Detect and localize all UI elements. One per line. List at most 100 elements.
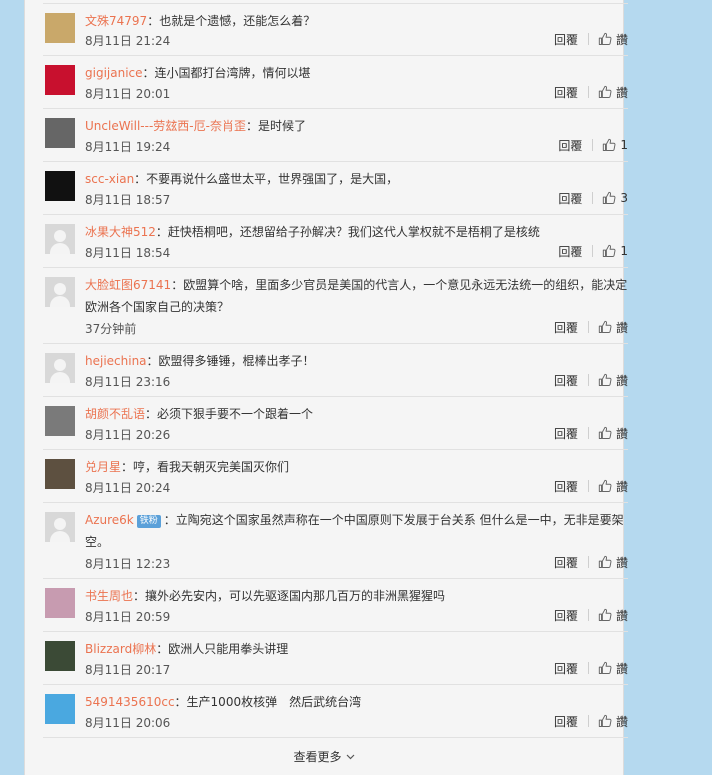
username-link[interactable]: hejiechina (85, 354, 147, 368)
comment-item: 文殊74797：也就是个遗憾，还能怎么着？ 8月11日 21:24 回覆 讚 (43, 3, 628, 56)
avatar[interactable] (45, 13, 75, 43)
username-link[interactable]: 5491435610cc (85, 695, 175, 709)
username-link[interactable]: 文殊74797 (85, 14, 147, 28)
avatar[interactable] (45, 588, 75, 618)
avatar[interactable] (45, 353, 75, 383)
like-button[interactable]: 3 (602, 191, 628, 205)
action-divider (587, 662, 589, 674)
comment-item: Blizzard柳林：欧洲人只能用拳头讲理 8月11日 20:17 回覆 讚 (43, 632, 628, 685)
view-more-button[interactable]: 查看更多 (25, 748, 623, 765)
reply-button[interactable]: 回覆 (558, 243, 582, 260)
like-button[interactable]: 讚 (598, 660, 628, 677)
username-link[interactable]: 大脸虹图67141 (85, 278, 171, 292)
comment-timestamp: 8月11日 21:24 (85, 34, 171, 48)
comment-text-line: UncleWill---劳玆西-厄-奈肖歪：是时候了 (85, 109, 628, 137)
avatar[interactable] (45, 406, 75, 436)
avatar[interactable] (45, 277, 75, 307)
like-button[interactable]: 讚 (598, 478, 628, 495)
comment-text-line: 冰果大神512：赶快梧桐吧，还想留给子孙解决？我们这代人掌权就不是梧桐了是核统 (85, 215, 628, 243)
like-button[interactable]: 讚 (598, 319, 628, 336)
like-count: 讚 (615, 608, 628, 623)
like-count: 讚 (615, 85, 628, 100)
reply-button[interactable]: 回覆 (554, 372, 578, 389)
like-count: 1 (620, 138, 628, 152)
username-link[interactable]: 书生周也 (85, 589, 133, 603)
thumbs-up-icon (598, 479, 616, 493)
comment-text-line: 兑月星：哼，看我天朝灭完美国灭你们 (85, 450, 628, 478)
reply-button[interactable]: 回覆 (558, 190, 582, 207)
comment-list: 文殊74797：也就是个遗憾，还能怎么着？ 8月11日 21:24 回覆讚 gigij… (43, 3, 628, 738)
username-link[interactable]: 兑月星 (85, 460, 121, 474)
avatar[interactable] (45, 512, 75, 542)
like-button[interactable]: 讚 (598, 372, 628, 389)
reply-button[interactable]: 回覆 (558, 137, 582, 154)
username-link[interactable]: gigijanice (85, 66, 143, 80)
comment-item: 冰果大神512：赶快梧桐吧，还想留给子孙解决？我们这代人掌权就不是梧桐了是核统 8… (43, 215, 628, 268)
username-link[interactable]: UncleWill---劳玆西-厄-奈肖歪 (85, 119, 246, 133)
like-count: 讚 (615, 32, 628, 47)
like-button[interactable]: 讚 (598, 84, 628, 101)
like-button[interactable]: 讚 (598, 554, 628, 571)
comment-text: ：必须下狠手要不一个跟着一个 (145, 407, 314, 421)
fan-badge: 铁粉 (136, 515, 161, 528)
comment-text-line: hejiechina：欧盟得多锤锤，棍棒出孝子！ (85, 344, 628, 372)
reply-button[interactable]: 回覆 (554, 31, 578, 48)
like-button[interactable]: 讚 (598, 607, 628, 624)
reply-button[interactable]: 回覆 (554, 478, 578, 495)
avatar[interactable] (45, 459, 75, 489)
comment-text: ：生产1000枚核弹 然后武统台湾 (174, 695, 362, 709)
avatar[interactable] (45, 171, 75, 201)
avatar[interactable] (45, 65, 75, 95)
username-link[interactable]: 胡颜不乱语 (85, 407, 145, 421)
thumbs-up-icon (598, 320, 616, 334)
username-link[interactable]: scc-xian (85, 172, 134, 186)
comment-timestamp: 8月11日 18:54 (85, 246, 171, 260)
action-divider (587, 427, 589, 439)
action-divider (587, 609, 589, 621)
reply-button[interactable]: 回覆 (554, 84, 578, 101)
like-button[interactable]: 讚 (598, 31, 628, 48)
comment-text-line: scc-xian：不要再说什么盛世太平，世界强国了，是大国， (85, 162, 628, 190)
action-divider (587, 321, 589, 333)
comment-text: ：不要再说什么盛世太平，世界强国了，是大国， (134, 172, 399, 186)
username-link[interactable]: 冰果大神512 (85, 225, 156, 239)
action-divider (592, 192, 594, 204)
thumbs-up-icon (598, 426, 616, 440)
comment-text-line: 文殊74797：也就是个遗憾，还能怎么着？ (85, 4, 628, 32)
like-button[interactable]: 讚 (598, 425, 628, 442)
action-divider (587, 33, 589, 45)
comment-timestamp: 8月11日 23:16 (85, 375, 171, 389)
comment-text: ：也就是个遗憾，还能怎么着？ (147, 14, 316, 28)
like-count: 讚 (615, 426, 628, 441)
thumbs-up-icon (598, 373, 616, 387)
reply-button[interactable]: 回覆 (554, 607, 578, 624)
reply-button[interactable]: 回覆 (554, 713, 578, 730)
comment-text: ：立陶宛这个国家虽然声称在一个中国原则下发展于台关系 但什么是一中，无非是要架空… (85, 513, 624, 549)
reply-button[interactable]: 回覆 (554, 425, 578, 442)
username-link[interactable]: Azure6k (85, 513, 134, 527)
reply-button[interactable]: 回覆 (554, 554, 578, 571)
avatar[interactable] (45, 694, 75, 724)
username-link[interactable]: Blizzard柳林 (85, 642, 156, 656)
like-count: 1 (620, 244, 628, 258)
comment-text-line: 5491435610cc：生产1000枚核弹 然后武统台湾 (85, 685, 628, 713)
reply-button[interactable]: 回覆 (554, 660, 578, 677)
avatar[interactable] (45, 641, 75, 671)
avatar[interactable] (45, 224, 75, 254)
thumbs-up-icon (598, 555, 616, 569)
comment-item: gigijanice：连小国都打台湾牌，情何以堪 8月11日 20:01 回覆 讚 (43, 56, 628, 109)
like-button[interactable]: 讚 (598, 713, 628, 730)
comment-item: hejiechina：欧盟得多锤锤，棍棒出孝子！ 8月11日 23:16 回覆 讚 (43, 344, 628, 397)
avatar[interactable] (45, 118, 75, 148)
like-button[interactable]: 1 (602, 138, 628, 152)
like-count: 讚 (615, 373, 628, 388)
thumbs-up-icon (598, 608, 616, 622)
like-count: 讚 (615, 661, 628, 676)
comment-item: UncleWill---劳玆西-厄-奈肖歪：是时候了 8月11日 19:24 回覆 1 (43, 109, 628, 162)
thumbs-up-icon (598, 661, 616, 675)
comment-text-line: 书生周也：攘外必先安内，可以先驱逐国内那几百万的非洲黑猩猩吗 (85, 579, 628, 607)
comment-timestamp: 8月11日 20:01 (85, 87, 171, 101)
comment-text: ：欧盟得多锤锤，棍棒出孝子！ (146, 354, 315, 368)
like-button[interactable]: 1 (602, 244, 628, 258)
reply-button[interactable]: 回覆 (554, 319, 578, 336)
